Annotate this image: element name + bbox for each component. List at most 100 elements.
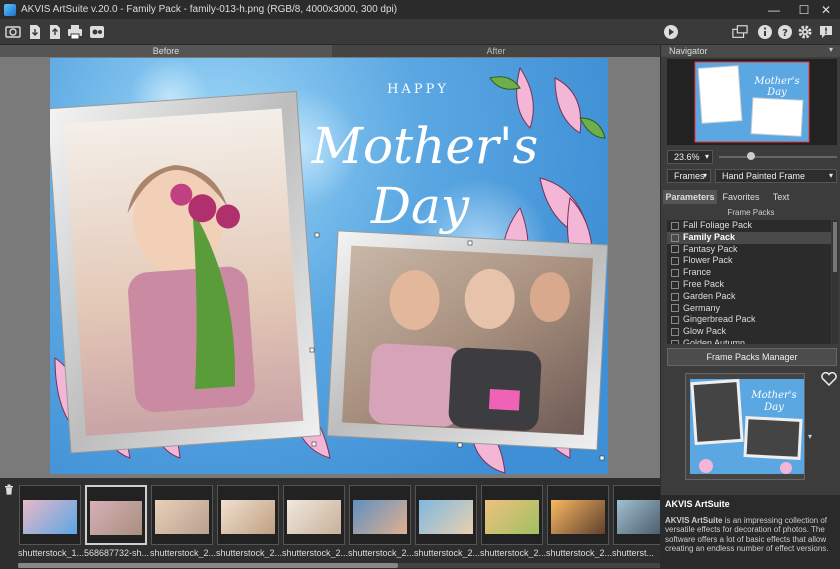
filmstrip-thumb[interactable] xyxy=(217,485,279,545)
share-icon[interactable] xyxy=(88,23,106,41)
settings-panel: Navigator ▾ Mother's Day 23.6% ▾ Frames ▾ … xyxy=(660,45,840,569)
thumb-label: shutterstock_2... xyxy=(216,548,282,558)
frame-pack-item[interactable]: Gingerbread Pack xyxy=(667,314,831,326)
thumb-label: shutterstock_2... xyxy=(150,548,216,558)
close-button[interactable]: ✕ xyxy=(810,0,840,19)
filmstrip-thumb[interactable] xyxy=(547,485,609,545)
frame-type-dropdown[interactable]: Hand Painted Frame ▾ xyxy=(715,169,837,183)
frame-pack-item[interactable]: Flower Pack xyxy=(667,255,831,267)
frame-packs-manager-button[interactable]: Frame Packs Manager xyxy=(667,348,837,366)
frame-packs-label: Frame Packs xyxy=(727,208,775,217)
toolbar: ? xyxy=(0,19,840,45)
svg-text:?: ? xyxy=(782,28,788,39)
minimize-button[interactable]: — xyxy=(758,0,790,19)
navigator-preview[interactable]: Mother's Day xyxy=(667,59,837,145)
zoom-dropdown[interactable]: 23.6% ▾ xyxy=(667,150,713,164)
thumb-label: 568687732-sh... xyxy=(84,548,150,558)
frame-pack-item[interactable]: Fall Foliage Pack xyxy=(667,220,831,232)
open-image-icon[interactable] xyxy=(4,23,22,41)
info-text: AKVIS ArtSuite is an impressing collecti… xyxy=(665,516,839,554)
pack-checkbox[interactable] xyxy=(671,245,679,254)
batch-icon[interactable] xyxy=(46,23,64,41)
print-icon[interactable] xyxy=(66,23,84,41)
image-canvas[interactable]: HAPPY Mother's Day xyxy=(0,57,660,478)
pack-checkbox[interactable] xyxy=(671,328,679,337)
frame-pack-label: Gingerbread Pack xyxy=(683,314,756,325)
filmstrip-thumb[interactable] xyxy=(481,485,543,545)
filmstrip-thumb[interactable] xyxy=(19,485,81,545)
pack-checkbox[interactable] xyxy=(671,316,679,325)
thumb-image xyxy=(419,500,473,534)
zoom-slider-track[interactable] xyxy=(719,156,837,158)
pack-checkbox[interactable] xyxy=(671,292,679,301)
window-title: AKVIS ArtSuite v.20.0 - Family Pack - fa… xyxy=(21,4,398,15)
workspace-icon[interactable] xyxy=(730,23,750,41)
thumb-image xyxy=(485,500,539,534)
frame-pack-item[interactable]: Fantasy Pack xyxy=(667,244,831,256)
pack-checkbox[interactable] xyxy=(671,221,679,230)
thumb-image xyxy=(155,500,209,534)
info-box: AKVIS ArtSuite AKVIS ArtSuite is an impr… xyxy=(661,495,840,569)
packs-scrollbar-thumb[interactable] xyxy=(833,222,837,272)
tab-favorites[interactable]: Favorites xyxy=(719,190,763,204)
frame-pack-item[interactable]: Free Pack xyxy=(667,279,831,291)
filmstrip-scrollbar-thumb[interactable] xyxy=(18,563,398,568)
pack-checkbox[interactable] xyxy=(671,257,679,266)
filmstrip-thumb[interactable] xyxy=(415,485,477,545)
frame-pack-label: Fantasy Pack xyxy=(683,243,738,254)
info-title: AKVIS ArtSuite xyxy=(665,499,730,509)
svg-text:Mother's: Mother's xyxy=(750,390,796,401)
pack-checkbox[interactable] xyxy=(671,269,679,278)
filmstrip-thumb[interactable] xyxy=(349,485,411,545)
svg-text:Mother's: Mother's xyxy=(753,76,799,87)
frame-pack-item[interactable]: France xyxy=(667,267,831,279)
frame-pack-item[interactable]: Germany xyxy=(667,303,831,315)
tab-after[interactable]: After xyxy=(332,45,660,57)
frame-pack-item[interactable]: Garden Pack xyxy=(667,291,831,303)
pack-checkbox[interactable] xyxy=(671,304,679,313)
info-icon[interactable] xyxy=(756,23,774,41)
frame-pack-item[interactable]: Family Pack xyxy=(667,231,831,244)
settings-icon[interactable] xyxy=(796,23,814,41)
view-tabs: Before After xyxy=(0,45,660,57)
frame-preview-dropdown-icon[interactable]: ▾ xyxy=(808,432,812,441)
frames-dropdown[interactable]: Frames ▾ xyxy=(667,169,711,183)
frame-pack-label: Germany xyxy=(683,302,721,313)
thumb-image xyxy=(221,500,275,534)
zoom-slider-thumb[interactable] xyxy=(747,152,755,160)
filmstrip-thumb[interactable] xyxy=(283,485,345,545)
pack-checkbox[interactable] xyxy=(671,280,679,289)
frame-pack-item[interactable]: Glow Pack xyxy=(667,326,831,338)
navigator-title: Navigator xyxy=(661,45,840,57)
tab-before[interactable]: Before xyxy=(0,45,332,57)
heart-icon[interactable] xyxy=(821,371,837,387)
info-text-bold: AKVIS ArtSuite xyxy=(665,516,723,525)
tab-text[interactable]: Text xyxy=(765,190,797,204)
thumb-image xyxy=(551,500,605,534)
svg-text:Day: Day xyxy=(766,87,787,98)
frame-pack-label: Garden Pack xyxy=(683,290,736,301)
frame-preview[interactable]: Mother's Day xyxy=(685,373,805,480)
pack-checkbox[interactable] xyxy=(671,233,679,242)
pack-checkbox[interactable] xyxy=(671,339,679,344)
thumb-label: shutterstock_2... xyxy=(348,548,414,558)
thumb-label: shutterstock_2... xyxy=(480,548,546,558)
filmstrip-thumb[interactable] xyxy=(151,485,213,545)
trash-icon[interactable] xyxy=(4,484,14,495)
zoom-value: 23.6% xyxy=(674,152,700,162)
save-icon[interactable] xyxy=(26,23,44,41)
filmstrip: shutterstock_1... 568687732-sh... shutters… xyxy=(0,478,675,569)
help-icon[interactable]: ? xyxy=(776,23,794,41)
navigator-collapse-icon[interactable]: ▾ xyxy=(829,45,833,54)
run-icon[interactable] xyxy=(662,23,680,41)
frame-pack-item[interactable]: Golden Autumn xyxy=(667,338,831,344)
artwork-image[interactable]: HAPPY Mother's Day xyxy=(50,58,608,474)
greeting-happy: HAPPY xyxy=(387,82,449,97)
greeting-day: Day xyxy=(370,177,470,235)
filmstrip-thumb[interactable] xyxy=(85,485,147,545)
artwork-graphic: HAPPY Mother's Day xyxy=(50,58,608,474)
frame-pack-label: Flower Pack xyxy=(683,255,733,266)
tab-parameters[interactable]: Parameters xyxy=(663,190,717,204)
news-icon[interactable] xyxy=(817,23,835,41)
frame-pack-label: Fall Foliage Pack xyxy=(683,220,753,230)
